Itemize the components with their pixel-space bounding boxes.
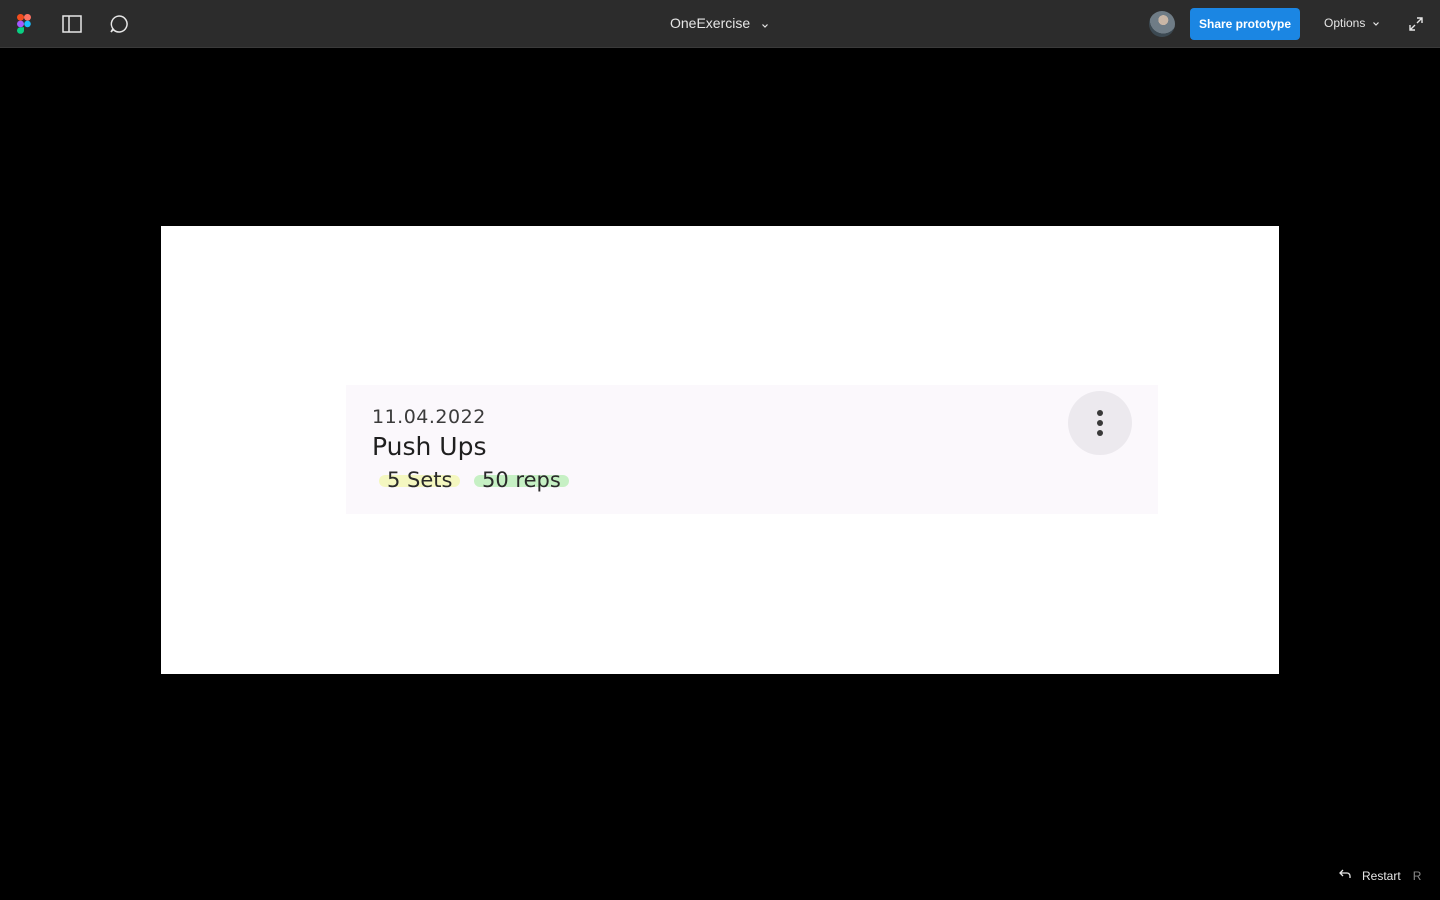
- prototype-frame: 11.04.2022 Push Ups 5 Sets 50 reps: [161, 226, 1279, 674]
- exercise-date: 11.04.2022: [372, 406, 486, 428]
- sets-chip: 5 Sets: [379, 467, 461, 493]
- expand-icon[interactable]: [1404, 12, 1428, 36]
- exercise-title: Push Ups: [372, 432, 487, 461]
- reps-chip: 50 reps: [474, 467, 569, 493]
- reps-label: 50 reps: [482, 468, 561, 492]
- restart-label: Restart: [1362, 868, 1401, 883]
- share-prototype-button[interactable]: Share prototype: [1190, 8, 1300, 40]
- file-title: OneExercise: [670, 15, 751, 31]
- undo-arrow-icon: [1338, 868, 1352, 883]
- prototype-toolbar: OneExercise Share prototype Options: [0, 0, 1440, 48]
- restart-shortcut: R: [1412, 868, 1422, 883]
- figma-logo-icon[interactable]: [12, 12, 36, 36]
- sidebar-panel-icon[interactable]: [60, 12, 84, 36]
- options-menu-button[interactable]: Options: [1324, 16, 1381, 30]
- chevron-down-icon: [760, 18, 770, 28]
- restart-button[interactable]: Restart R: [1338, 868, 1421, 883]
- chevron-down-icon: [1371, 18, 1381, 28]
- options-label: Options: [1324, 16, 1366, 30]
- comment-icon[interactable]: [107, 12, 131, 36]
- avatar[interactable]: [1149, 11, 1175, 37]
- exercise-card[interactable]: 11.04.2022 Push Ups 5 Sets 50 reps: [346, 385, 1158, 514]
- sets-label: 5 Sets: [387, 468, 453, 492]
- more-options-button[interactable]: [1068, 391, 1132, 455]
- file-title-menu[interactable]: OneExercise: [670, 15, 770, 31]
